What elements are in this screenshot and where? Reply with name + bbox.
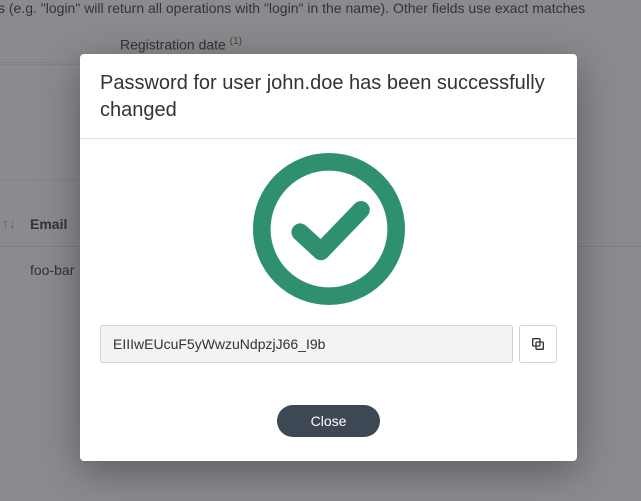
modal-body: Close: [80, 139, 577, 461]
copy-icon: [530, 336, 546, 352]
close-button[interactable]: Close: [277, 405, 381, 437]
success-check-icon: [249, 149, 409, 309]
copy-password-button[interactable]: [519, 325, 557, 363]
generated-password-field[interactable]: [100, 325, 513, 363]
password-row: [100, 325, 557, 363]
modal-title: Password for user john.doe has been succ…: [80, 54, 577, 139]
password-changed-modal: Password for user john.doe has been succ…: [80, 54, 577, 461]
